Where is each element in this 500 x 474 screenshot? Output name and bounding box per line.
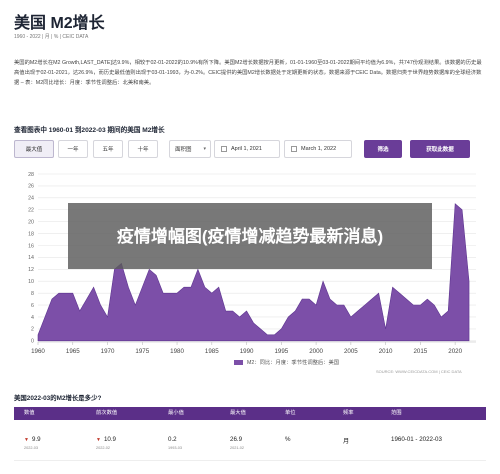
chart-type-label: 面积图 [175,147,192,153]
x-tick-label: 1970 [101,348,115,355]
cell-value: ▼ 9.9 2022-03 [14,420,86,460]
y-tick-label: 4 [31,315,34,321]
end-date-value: March 1, 2022 [301,146,337,152]
x-tick-label: 2005 [344,348,358,355]
y-tick-label: 16 [28,243,34,249]
y-tick-label: 18 [28,231,34,237]
prev-date: 2022-02 [96,446,110,450]
y-tick-label: 2 [31,327,34,333]
y-tick-label: 10 [28,279,34,285]
range-5y-button[interactable]: 五年 [93,140,123,158]
y-tick-label: 24 [28,196,34,202]
table-row: ▼ 9.9 2022-03 ▼ 10.9 2022-02 0.2 1993-03 2… [14,420,486,461]
cell-freq: 月 [343,438,350,445]
x-tick-label: 1975 [135,348,149,355]
header-freq: 频率 [343,410,354,416]
get-data-button[interactable]: 获取此数据 [410,140,470,158]
down-arrow-icon: ▼ [24,437,29,443]
filter-button[interactable]: 筛选 [364,140,402,158]
y-tick-label: 22 [28,208,34,214]
range-max-button[interactable]: 最大值 [14,140,54,158]
y-tick-label: 12 [28,267,34,273]
page: 美国 M2增长 1960 - 2022 | 月 | % | CEIC DATA … [0,0,500,474]
chart-controls: 最大值 一年 五年 十年 面积图 ▾ April 1, 2021 March 1… [14,140,486,158]
y-tick-label: 28 [28,172,34,178]
cell-min: 0.2 1993-03 [158,420,220,460]
y-tick-label: 6 [31,303,34,309]
chart-legend: M2：同比：月度：季节性调整后：美国 [234,358,339,366]
x-tick-label: 1960 [31,348,45,355]
min-date: 1993-03 [168,446,182,450]
value-date: 2022-03 [24,446,38,450]
summary-table: 数值 前次数值 最小值 最大值 单位 频率 范围 ▼ 9.9 2022-03 ▼ 1… [14,407,486,461]
y-tick-label: 8 [31,291,34,297]
header-prev: 前次数值 [96,410,118,416]
header-max: 最大值 [230,410,246,416]
x-tick-label: 1985 [205,348,219,355]
min-number: 0.2 [168,436,177,443]
table-header: 数值 前次数值 最小值 最大值 单位 频率 范围 [14,407,486,420]
description-paragraph: 美国的M2增长在M2 Growth,LAST_DATE]达9.9%，相较于02-… [14,60,482,87]
start-date-value: April 1, 2021 [231,146,262,152]
cell-unit: % [285,436,291,443]
cell-prev: ▼ 10.9 2022-02 [86,420,158,460]
chart-type-select[interactable]: 面积图 ▾ [169,140,211,158]
header-range: 范围 [391,410,402,416]
cell-range: 1960-01 - 2022-03 [391,436,442,443]
overlay-text: 疫情增幅图(疫情增减趋势最新消息) [116,226,384,246]
y-tick-label: 20 [28,219,34,225]
legend-label: M2：同比：月度：季节性调整后：美国 [247,360,340,366]
value-number: 9.9 [31,436,41,443]
legend-swatch [234,359,243,365]
overlay-banner: 疫情增幅图(疫情增减趋势最新消息) [68,203,432,269]
cell-max: 26.9 2021-02 [220,420,275,460]
x-tick-label: 2010 [379,348,393,355]
y-tick-label: 14 [28,255,34,261]
header-unit: 单位 [285,410,296,416]
x-tick-label: 2000 [309,348,323,355]
max-date: 2021-02 [230,446,244,450]
chart-section-title: 查看图表中 1960-01 到2022-03 期间的美国 M2增长 [14,127,165,134]
range-1y-button[interactable]: 一年 [58,140,88,158]
x-tick-label: 1980 [170,348,184,355]
header-value: 数值 [24,410,35,416]
table-title: 美国2022-03的M2增长是多少? [14,395,102,402]
calendar-icon [291,146,297,152]
chevron-down-icon: ▾ [203,146,206,152]
y-tick-label: 0 [31,339,34,345]
x-tick-label: 2020 [448,348,462,355]
range-10y-button[interactable]: 十年 [128,140,158,158]
page-subtitle: 1960 - 2022 | 月 | % | CEIC DATA [14,34,89,40]
down-arrow-icon: ▼ [96,437,101,443]
x-tick-label: 1990 [240,348,254,355]
x-tick-label: 1965 [66,348,80,355]
prev-number: 10.9 [103,436,116,443]
chart-source: SOURCE: WWW.CEICDATA.COM | CEIC DATA [376,369,462,374]
end-date-field[interactable]: March 1, 2022 [284,140,352,158]
y-tick-label: 26 [28,184,34,190]
x-tick-label: 2015 [413,348,427,355]
page-title: 美国 M2增长 [14,15,105,32]
start-date-field[interactable]: April 1, 2021 [214,140,280,158]
x-tick-label: 1995 [274,348,288,355]
header-min: 最小值 [168,410,184,416]
max-number: 26.9 [230,436,243,443]
calendar-icon [221,146,227,152]
